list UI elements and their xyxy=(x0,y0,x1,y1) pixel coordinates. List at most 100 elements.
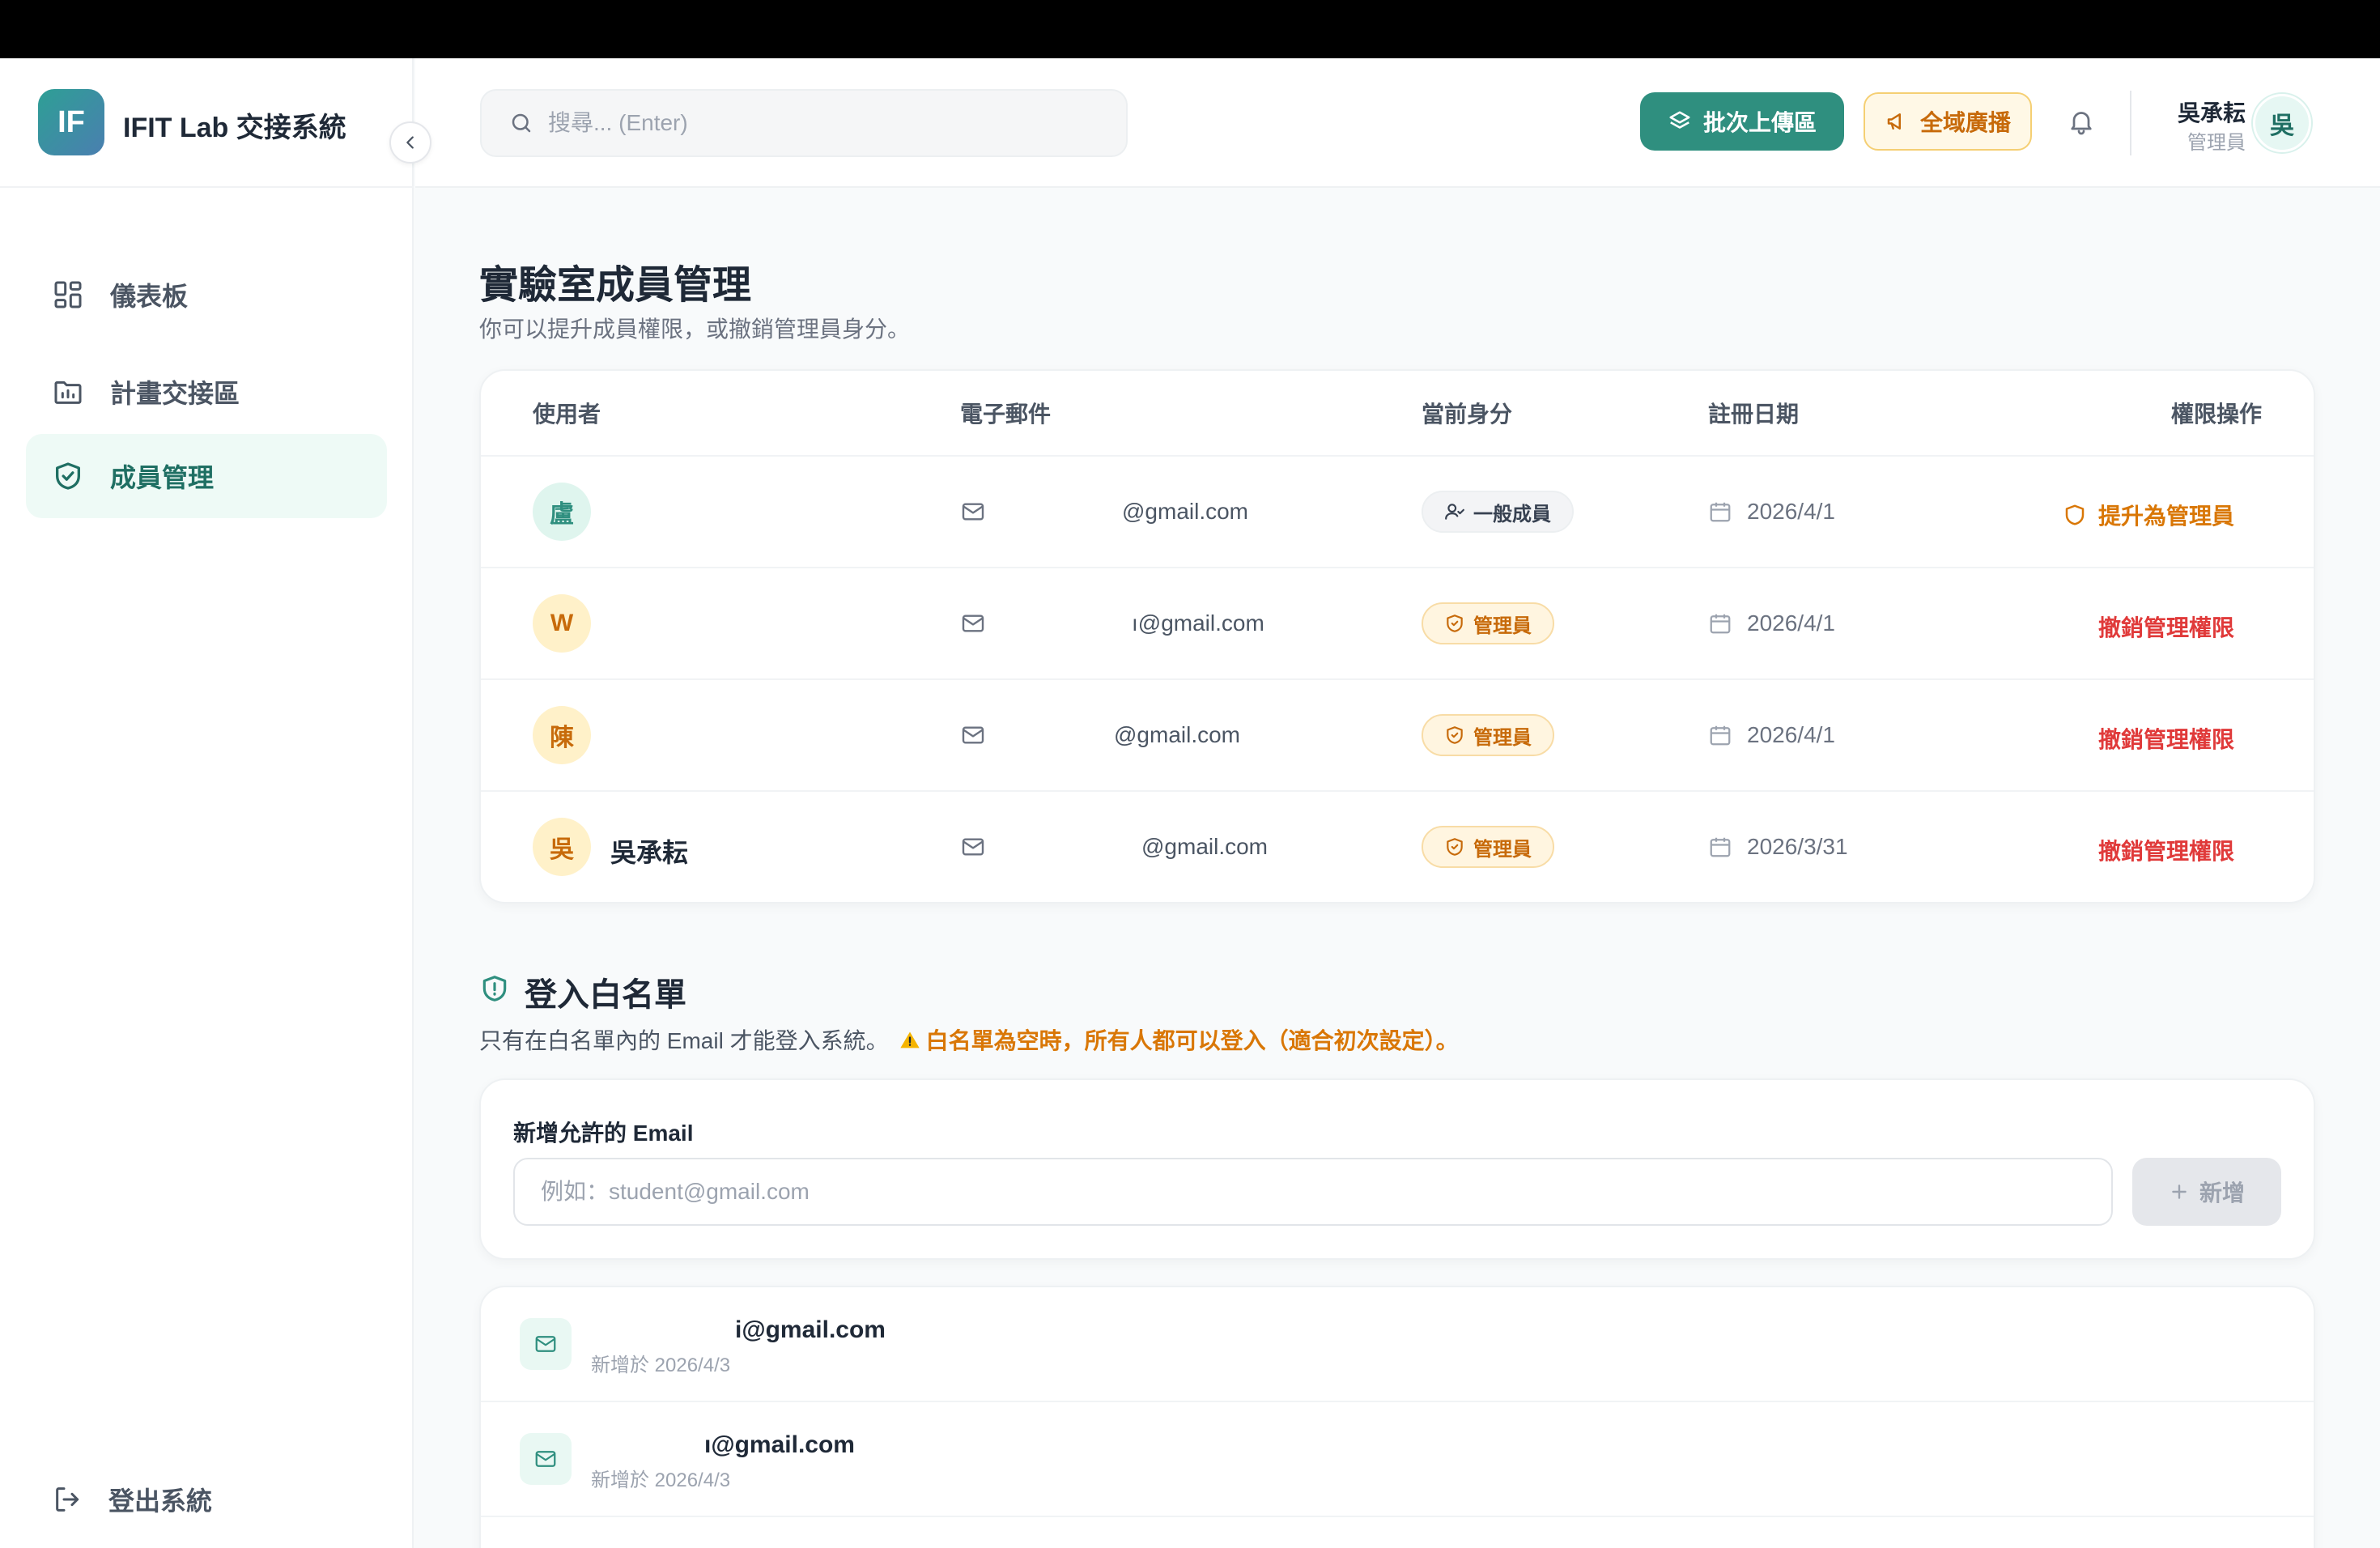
row-divider xyxy=(481,790,2314,792)
top-header: 批次上傳區 全域廣播 吳承耘 管理員 吳 xyxy=(415,58,2380,188)
column-header-action: 權限操作 xyxy=(2170,402,2262,427)
page-subtitle: 你可以提升成員權限，或撤銷管理員身分。 xyxy=(479,317,911,342)
app-logo: IF xyxy=(38,89,104,155)
shield-alert-icon xyxy=(479,973,510,1004)
mail-icon xyxy=(960,834,986,860)
avatar: 盧 xyxy=(533,483,591,541)
list-divider xyxy=(481,1516,2314,1517)
broadcast-button[interactable]: 全域廣播 xyxy=(1864,92,2032,151)
whitelist-warning-text: 白名單為空時，所有人都可以登入（適合初次設定）。 xyxy=(925,1028,1459,1053)
row-divider xyxy=(481,678,2314,680)
mail-icon xyxy=(960,499,986,525)
column-header-user: 使用者 xyxy=(533,402,601,427)
register-date: 2026/4/1 xyxy=(1747,610,1835,636)
mail-icon xyxy=(520,1318,572,1370)
member-email: ı@gmail.com xyxy=(1132,610,1264,636)
sidebar-item-dashboard[interactable]: 儀表板 xyxy=(26,253,387,337)
member-name: 吳承耘 xyxy=(610,838,689,867)
folder-chart-icon xyxy=(52,376,84,408)
action-label: 提升為管理員 xyxy=(2097,504,2234,529)
list-divider xyxy=(481,1401,2314,1402)
register-date: 2026/4/1 xyxy=(1747,499,1835,524)
sidebar-item-members[interactable]: 成員管理 xyxy=(26,434,387,518)
revoke-admin-button[interactable]: 撤銷管理權限 xyxy=(2098,834,2234,866)
promote-admin-button[interactable]: 提升為管理員 xyxy=(2063,499,2234,531)
whitelist-description: 只有在白名單內的 Email 才能登入系統。 白名單為空時，所有人都可以登入（適… xyxy=(479,1023,1459,1056)
warning-icon xyxy=(899,1029,921,1052)
plus-icon xyxy=(2169,1181,2199,1202)
brand-header: IF IFIT Lab 交接系統 xyxy=(0,58,414,188)
shield-icon xyxy=(2063,503,2098,527)
role-badge: 管理員 xyxy=(1422,714,1554,756)
column-header-date: 註冊日期 xyxy=(1708,402,1800,427)
revoke-admin-button[interactable]: 撤銷管理權限 xyxy=(2098,722,2234,755)
add-email-button[interactable]: 新增 xyxy=(2132,1158,2281,1226)
column-header-role: 當前身分 xyxy=(1422,402,1513,427)
whitelist-added-date: 新增於 2026/4/3 xyxy=(591,1469,731,1491)
role-badge: 一般成員 xyxy=(1422,491,1574,533)
search-box[interactable] xyxy=(480,89,1128,157)
mail-icon xyxy=(960,610,986,636)
batch-upload-button[interactable]: 批次上傳區 xyxy=(1640,92,1844,151)
sidebar-item-label: 儀表板 xyxy=(110,282,189,311)
whitelist-email: i@gmail.com xyxy=(735,1316,886,1343)
calendar-icon xyxy=(1708,835,1732,859)
logout-icon xyxy=(52,1483,84,1516)
sidebar: IF IFIT Lab 交接系統 儀表板 計畫交接區 成員管理 登出系統 xyxy=(0,58,414,1548)
calendar-icon xyxy=(1708,500,1732,524)
member-email: @gmail.com xyxy=(1122,499,1249,524)
calendar-icon xyxy=(1708,723,1732,747)
chevron-left-icon xyxy=(402,134,419,151)
shield-check-icon xyxy=(1444,613,1473,634)
logout-label: 登出系統 xyxy=(108,1486,213,1516)
shield-check-icon xyxy=(1444,836,1473,857)
header-divider xyxy=(2130,91,2131,155)
user-avatar[interactable]: 吳 xyxy=(2253,94,2311,152)
megaphone-icon xyxy=(1885,109,1920,134)
broadcast-label: 全域廣播 xyxy=(1919,110,2011,135)
sidebar-collapse-button[interactable] xyxy=(389,121,431,164)
mail-icon xyxy=(960,722,986,748)
role-badge: 管理員 xyxy=(1422,602,1554,644)
role-label: 管理員 xyxy=(1473,615,1532,637)
page-title: 實驗室成員管理 xyxy=(479,264,752,307)
role-label: 管理員 xyxy=(1473,838,1532,861)
whitelist-description-text: 只有在白名單內的 Email 才能登入系統。 xyxy=(479,1028,889,1053)
row-divider xyxy=(481,567,2314,568)
revoke-admin-button[interactable]: 撤銷管理權限 xyxy=(2098,610,2234,643)
user-role: 管理員 xyxy=(2187,132,2246,154)
logout-button[interactable]: 登出系統 xyxy=(26,1474,212,1525)
avatar: 吳 xyxy=(533,818,591,876)
member-email: @gmail.com xyxy=(1114,722,1241,747)
sidebar-item-handover[interactable]: 計畫交接區 xyxy=(26,350,387,434)
role-label: 一般成員 xyxy=(1473,503,1551,525)
bell-icon xyxy=(2067,107,2096,136)
user-check-icon xyxy=(1444,501,1473,522)
role-badge: 管理員 xyxy=(1422,826,1554,868)
calendar-icon xyxy=(1708,611,1732,636)
app-title: IFIT Lab 交接系統 xyxy=(123,113,346,143)
whitelist-title: 登入白名單 xyxy=(525,977,686,1013)
add-email-label: 新增允許的 Email xyxy=(513,1121,694,1146)
batch-upload-label: 批次上傳區 xyxy=(1702,110,1817,135)
add-button-label: 新增 xyxy=(2199,1180,2245,1206)
shield-check-icon xyxy=(52,460,84,492)
register-date: 2026/3/31 xyxy=(1747,834,1848,859)
system-top-bar xyxy=(0,0,2380,58)
search-input[interactable] xyxy=(548,110,1066,136)
search-icon xyxy=(509,111,533,135)
dashboard-grid-icon xyxy=(52,279,84,311)
whitelist-email: ı@gmail.com xyxy=(704,1431,855,1458)
avatar: W xyxy=(533,594,591,653)
avatar: 陳 xyxy=(533,706,591,764)
shield-check-icon xyxy=(1444,725,1473,746)
sidebar-item-label: 計畫交接區 xyxy=(110,379,240,408)
row-divider xyxy=(481,455,2314,457)
sidebar-item-label: 成員管理 xyxy=(110,463,215,492)
mail-icon xyxy=(520,1433,572,1485)
notifications-button[interactable] xyxy=(2062,102,2101,141)
add-email-input[interactable] xyxy=(513,1158,2113,1226)
members-table xyxy=(479,369,2315,904)
whitelist-warning: 白名單為空時，所有人都可以登入（適合初次設定）。 xyxy=(899,1023,1459,1056)
whitelist-added-date: 新增於 2026/4/3 xyxy=(591,1354,731,1376)
